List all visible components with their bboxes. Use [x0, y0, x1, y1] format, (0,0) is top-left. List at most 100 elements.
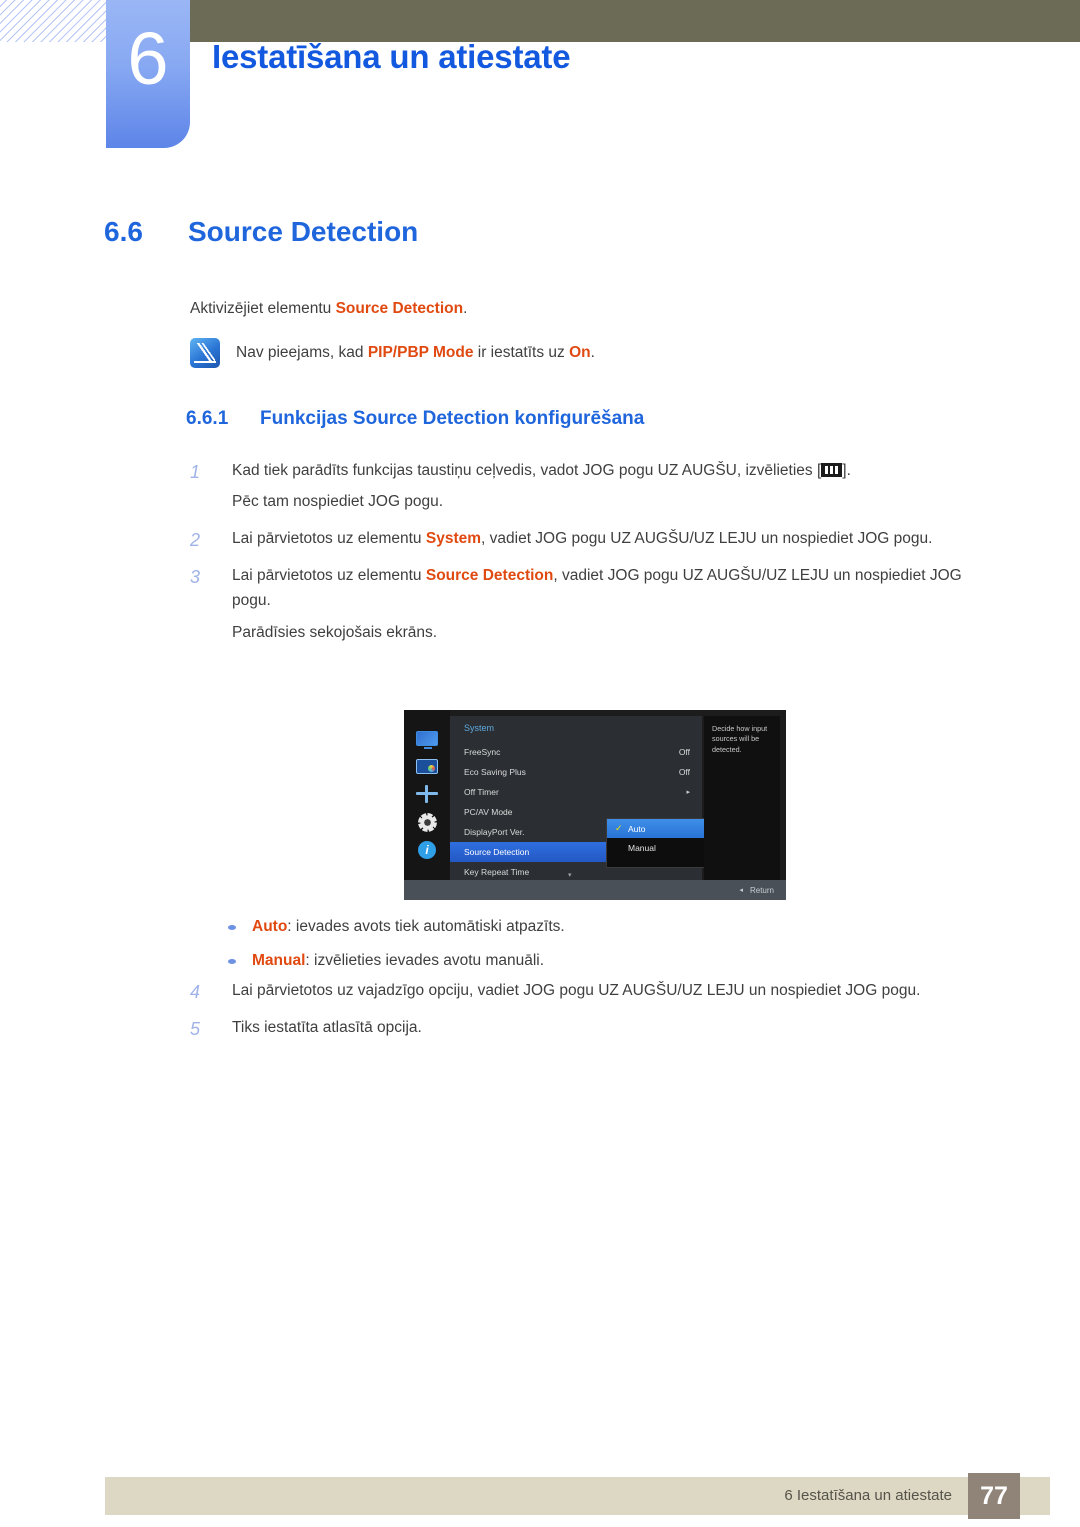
bullet-auto-keyword: Auto: [252, 918, 288, 935]
footer-bar: 6 Iestatīšana un atiestate 77: [105, 1473, 1050, 1519]
step-3-keyword: Source Detection: [425, 567, 554, 585]
step-3: 3 Lai pārvietotos uz elementu Source Det…: [186, 563, 1001, 650]
header-bar: [190, 0, 1080, 42]
step-1-line-1: Kad tiek parādīts funkcijas taustiņu ceļ…: [232, 458, 1001, 483]
osd-row-eco-value: Off: [678, 767, 690, 777]
page-number: 77: [968, 1473, 1020, 1519]
osd-row-freesync[interactable]: FreeSync Off: [450, 742, 702, 762]
step-2-body: Lai pārvietotos uz elementu System, vadi…: [232, 526, 1001, 557]
step-3-number: 3: [190, 567, 201, 588]
step-2-before: Lai pārvietotos uz elementu: [232, 530, 426, 548]
osd-row-off-timer[interactable]: Off Timer ▸: [450, 782, 702, 802]
step-1-number: 1: [190, 462, 201, 482]
step-2-number: 2: [190, 530, 201, 551]
chapter-number-badge: 6: [106, 0, 190, 148]
osd-row-off-timer-label: Off Timer: [464, 787, 499, 797]
step-1-body: Kad tiek parādīts funkcijas taustiņu ceļ…: [232, 458, 1001, 520]
step-3-body: Lai pārvietotos uz elementu Source Detec…: [232, 563, 1001, 650]
chapter-number: 6: [127, 17, 169, 100]
step-4-number: 4: [190, 982, 201, 1002]
step-4-body: Lai pārvietotos uz vajadzīgo opciju, vad…: [232, 978, 1016, 1009]
bullet-manual-desc: : izvēlieties ievades avotu manuāli.: [305, 952, 545, 970]
osd-row-pcav-label: PC/AV Mode: [464, 807, 513, 817]
subsection-title: Funkcijas Source Detection konfigurēšana: [260, 408, 645, 429]
note-middle: ir iestatīts uz: [473, 344, 570, 361]
step-3-line: Lai pārvietotos uz elementu Source Detec…: [232, 563, 1001, 613]
intro-after: .: [463, 300, 468, 317]
osd-row-keyrepeat-label: Key Repeat Time: [464, 867, 530, 877]
picture-icon[interactable]: [415, 756, 439, 776]
step-2: 2 Lai pārvietotos uz elementu System, va…: [186, 526, 1001, 557]
note-keyword-on: On: [569, 344, 591, 361]
step-1-text-a: Kad tiek parādīts funkcijas taustiņu ceļ…: [232, 462, 822, 479]
footer-chapter-label: 6 Iestatīšana un atiestate: [784, 1487, 952, 1504]
step-2-line: Lai pārvietotos uz elementu System, vadi…: [232, 526, 1001, 551]
note-before: Nav pieejams, kad: [236, 344, 368, 361]
intro-before: Aktivizējiet elementu: [190, 300, 336, 317]
intro-keyword: Source Detection: [335, 300, 464, 317]
osd-row-freesync-value: Off: [678, 747, 690, 757]
step-2-keyword: System: [425, 530, 482, 548]
osd-submenu-auto-label: Auto: [628, 823, 646, 834]
osd-menu-panel: System FreeSync Off Eco Saving Plus Off …: [450, 716, 748, 880]
bullet-auto: Auto: ievades avots tiek automātiski atp…: [228, 916, 1008, 938]
osd-row-eco-label: Eco Saving Plus: [464, 767, 526, 777]
osd-help-text: Decide how input sources will be detecte…: [704, 716, 780, 880]
subsection-heading: 6.6.1 Funkcijas Source Detection konfigur…: [186, 408, 644, 430]
chevron-right-icon: ▸: [686, 789, 690, 796]
note-after: .: [590, 344, 595, 361]
bullet-dot-icon: [228, 925, 236, 930]
step-1-text-b: ].: [842, 462, 851, 479]
bullet-auto-desc: : ievades avots tiek automātiski atpazīt…: [287, 918, 565, 935]
osd-row-source-detection[interactable]: Source Detection: [450, 842, 620, 862]
monitor-icon[interactable]: [415, 728, 439, 749]
bullet-manual: Manual: izvēlieties ievades avotu manuāl…: [228, 950, 1008, 972]
step-1: 1 Kad tiek parādīts funkcijas taustiņu c…: [186, 458, 1001, 520]
gear-icon[interactable]: [415, 812, 439, 832]
step-3-before: Lai pārvietotos uz elementu: [232, 567, 426, 585]
check-icon: ✓: [615, 823, 623, 833]
step-4: 4 Lai pārvietotos uz vajadzīgo opciju, v…: [186, 978, 1016, 1009]
osd-row-dpver-label: DisplayPort Ver.: [464, 827, 525, 837]
section-number: 6.6: [104, 216, 143, 247]
chevron-down-icon[interactable]: ▾: [568, 871, 572, 879]
section-heading: 6.6 Source Detection: [104, 216, 418, 248]
move-icon[interactable]: [415, 784, 439, 804]
steps-list-bottom: 4 Lai pārvietotos uz vajadzīgo opciju, v…: [186, 978, 1016, 1052]
osd-row-freesync-label: FreeSync: [464, 747, 501, 757]
step-1-line-2: Pēc tam nospiediet JOG pogu.: [232, 493, 444, 511]
options-bullet-list: Auto: ievades avots tiek automātiski atp…: [228, 916, 1008, 985]
osd-menu-title: System: [464, 723, 495, 733]
step-5-text: Tiks iestatīta atlasītā opcija.: [232, 1019, 422, 1037]
osd-row-eco-saving-plus[interactable]: Eco Saving Plus Off: [450, 762, 702, 782]
step-3-extra: Parādīsies sekojošais ekrāns.: [232, 623, 438, 641]
decorative-hatch-pattern: [0, 0, 118, 42]
step-5: 5 Tiks iestatīta atlasītā opcija.: [186, 1015, 1016, 1046]
subsection-number: 6.6.1: [186, 408, 229, 429]
step-4-text: Lai pārvietotos uz vajadzīgo opciju, vad…: [232, 982, 921, 999]
info-icon[interactable]: i: [415, 840, 439, 860]
osd-row-source-detection-label: Source Detection: [464, 847, 530, 857]
chapter-title: Iestatīšana un atiestate: [212, 38, 571, 75]
bullet-manual-text: Manual: izvēlieties ievades avotu manuāl…: [252, 950, 544, 972]
note-text: Nav pieejams, kad PIP/PBP Mode ir iestat…: [236, 338, 595, 364]
note-keyword-pip: PIP/PBP Mode: [367, 344, 474, 361]
bullet-dot-icon: [228, 959, 236, 965]
return-arrow-icon[interactable]: ◂: [739, 886, 743, 894]
osd-footer: ◂ Return: [404, 880, 786, 900]
osd-submenu-manual-label: Manual: [628, 842, 656, 853]
note-block: Nav pieejams, kad PIP/PBP Mode ir iestat…: [190, 338, 1000, 368]
osd-screenshot: i System FreeSync Off Eco Saving Plus Of…: [404, 710, 786, 900]
step-2-after: , vadiet JOG pogu UZ AUGŠU/UZ LEJU un no…: [481, 530, 933, 548]
section-intro-text: Aktivizējiet elementu Source Detection.: [190, 298, 1000, 320]
note-pen-icon: [190, 338, 220, 368]
page: 6 Iestatīšana un atiestate 6.6 Source Det…: [0, 0, 1080, 1527]
osd-return-label[interactable]: Return: [750, 886, 774, 895]
bullet-manual-keyword: Manual: [252, 952, 306, 970]
bullet-auto-text: Auto: ievades avots tiek automātiski atp…: [252, 916, 565, 938]
osd-menu-icon: [821, 463, 843, 477]
steps-list-top: 1 Kad tiek parādīts funkcijas taustiņu c…: [186, 458, 1001, 657]
osd-icon-column: i: [404, 710, 450, 880]
step-5-number: 5: [190, 1019, 201, 1040]
section-title: Source Detection: [188, 216, 419, 247]
